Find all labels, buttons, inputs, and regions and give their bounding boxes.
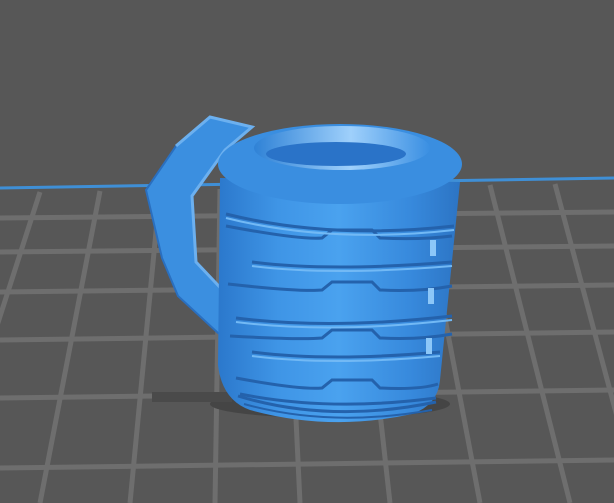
grid-line [37,190,103,503]
3d-viewport[interactable] [0,0,614,503]
mug-body [218,124,462,423]
mug-inner-floor [266,142,406,166]
grid-line [127,189,163,503]
viewport-canvas [0,115,614,503]
grid-line [0,191,43,325]
grid-line [552,183,614,416]
grid-line [487,184,573,503]
grid-line [0,457,614,471]
model-shadow-stub [152,392,232,402]
